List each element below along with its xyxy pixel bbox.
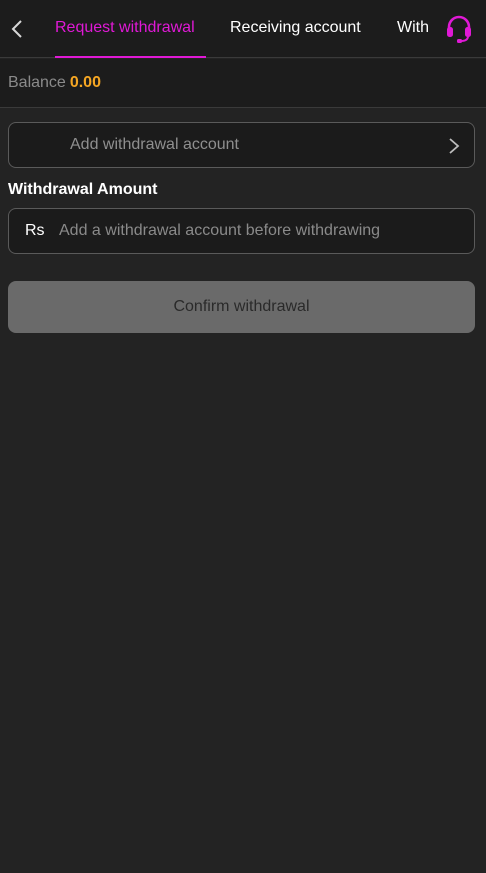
- chevron-right-icon: [449, 138, 460, 154]
- balance-label: Balance: [8, 74, 66, 91]
- tab-receiving-account[interactable]: Receiving account: [219, 0, 372, 58]
- add-account-label: Add withdrawal account: [70, 136, 239, 153]
- back-button[interactable]: [6, 14, 28, 44]
- customer-support-button[interactable]: [443, 13, 475, 45]
- tab-request-withdrawal[interactable]: Request withdrawal: [44, 0, 206, 58]
- headset-icon: [447, 15, 471, 43]
- tab-strip: Request withdrawal Receiving account Wit…: [44, 0, 434, 58]
- withdrawal-amount-input[interactable]: [59, 210, 459, 252]
- tab-withdrawal-records[interactable]: With: [386, 0, 434, 58]
- currency-symbol: Rs: [25, 222, 45, 239]
- top-navigation-bar: Request withdrawal Receiving account Wit…: [0, 0, 486, 58]
- withdrawal-amount-label: Withdrawal Amount: [8, 181, 158, 198]
- confirm-withdrawal-button[interactable]: Confirm withdrawal: [8, 281, 475, 333]
- balance-value: 0.00: [69, 74, 101, 91]
- add-withdrawal-account-button[interactable]: Add withdrawal account: [8, 122, 475, 168]
- amount-field-container: Rs: [8, 208, 475, 254]
- balance-bar: Balance 0.00: [0, 59, 486, 108]
- chevron-left-icon: [11, 20, 22, 38]
